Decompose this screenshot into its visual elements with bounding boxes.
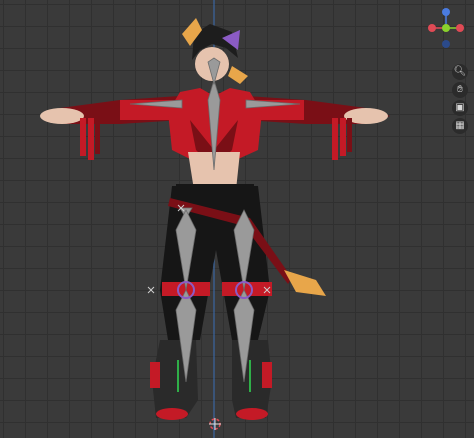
- navigation-gizmo[interactable]: [428, 8, 464, 48]
- negative-x-axis-handle[interactable]: [456, 24, 464, 32]
- pants: [160, 186, 270, 340]
- z-axis-handle[interactable]: [442, 8, 450, 16]
- magnifier-icon: 🔍︎: [453, 66, 467, 77]
- 3d-viewport[interactable]: 🔍︎ ✋︎ ▣ ▦: [0, 0, 474, 438]
- x-axis-handle[interactable]: [428, 24, 436, 32]
- left-hand: [40, 108, 84, 124]
- 3d-cursor[interactable]: [209, 418, 221, 430]
- y-axis-handle[interactable]: [442, 24, 450, 32]
- character-model[interactable]: [40, 18, 390, 420]
- camera-icon: ▣: [455, 102, 465, 113]
- camera-button[interactable]: ▣: [452, 100, 468, 116]
- hand-icon: ✋︎: [457, 84, 463, 95]
- grid-icon: ▦: [455, 120, 465, 131]
- zoom-button[interactable]: 🔍︎: [452, 64, 468, 80]
- negative-z-axis-handle[interactable]: [442, 40, 450, 48]
- scene-canvas[interactable]: [0, 0, 474, 438]
- pan-button[interactable]: ✋︎: [452, 82, 468, 98]
- toggle-projection-button[interactable]: ▦: [452, 118, 468, 134]
